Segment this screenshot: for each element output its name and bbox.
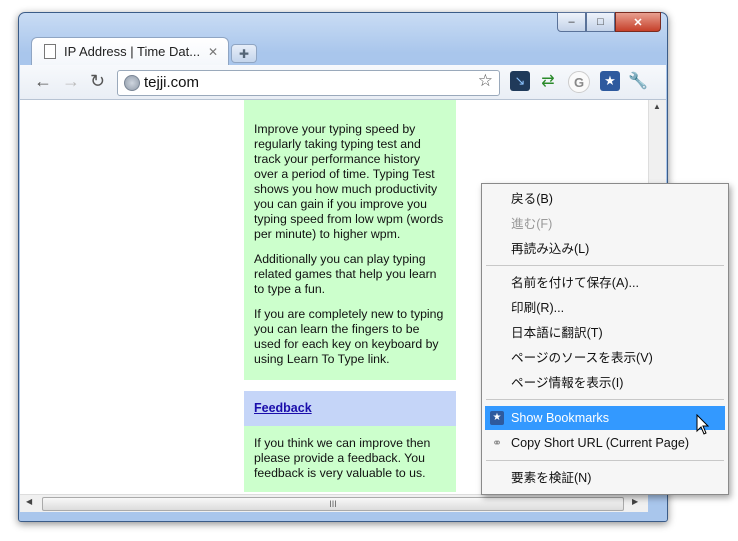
menu-item-inspect[interactable]: 要素を検証(N)	[485, 466, 725, 490]
menu-item-label: Copy Short URL (Current Page)	[511, 436, 690, 450]
menu-separator	[486, 399, 724, 400]
minimize-button[interactable]: –	[557, 12, 586, 32]
paragraph-learn: If you are completely new to typing you …	[254, 307, 444, 366]
feedback-link[interactable]: Feedback	[254, 401, 312, 415]
page-icon	[44, 44, 56, 59]
menu-separator	[486, 265, 724, 266]
scroll-up-icon[interactable]: ▲	[653, 102, 661, 111]
close-button[interactable]: ✕	[615, 12, 661, 32]
menu-item-save-as[interactable]: 名前を付けて保存(A)...	[485, 271, 725, 295]
feedback-text: If you think we can improve then please …	[254, 436, 431, 480]
menu-item-copy-short-url[interactable]: ⚭ Copy Short URL (Current Page)	[485, 431, 725, 455]
maximize-button[interactable]: □	[586, 12, 615, 32]
wrench-icon[interactable]: 🔧	[628, 71, 648, 91]
menu-item-translate[interactable]: 日本語に翻訳(T)	[485, 321, 725, 345]
extension-screenshot-icon[interactable]: ↘	[510, 71, 530, 91]
new-tab-button[interactable]: ✚	[231, 44, 257, 63]
tab-close-icon[interactable]: ✕	[208, 45, 218, 59]
url-text[interactable]: tejji.com	[144, 74, 199, 91]
mouse-cursor-icon	[696, 414, 710, 435]
menu-item-show-bookmarks[interactable]: ★ Show Bookmarks	[485, 406, 725, 430]
menu-item-label: Show Bookmarks	[511, 411, 609, 425]
paragraph-typing: Improve your typing speed by regularly t…	[254, 122, 444, 241]
scroll-right-icon[interactable]: ▶	[632, 497, 638, 506]
bookmark-star-icon[interactable]: ☆	[478, 71, 493, 91]
horizontal-scrollbar[interactable]: ◀ III ▶	[20, 494, 648, 512]
tab-active[interactable]: IP Address | Time Dat... ✕	[31, 37, 229, 65]
back-button[interactable]: ←	[34, 71, 52, 92]
paragraph-games: Additionally you can play typing related…	[254, 252, 437, 296]
scroll-left-icon[interactable]: ◀	[26, 497, 32, 506]
extension-sync-icon[interactable]: ⇄	[538, 71, 558, 91]
bookmark-star-icon: ★	[490, 411, 504, 425]
menu-item-reload[interactable]: 再読み込み(L)	[485, 237, 725, 261]
scroll-thumb[interactable]: III	[42, 497, 624, 511]
menu-item-back[interactable]: 戻る(B)	[485, 187, 725, 211]
feedback-panel: If you think we can improve then please …	[244, 426, 456, 492]
menu-item-forward[interactable]: 進む(F)	[485, 212, 725, 236]
menu-separator	[486, 460, 724, 461]
address-bar[interactable]: tejji.com ☆	[117, 70, 500, 96]
toolbar: ← → ↻ tejji.com ☆ ↘ ⇄ G ★ 🔧	[20, 65, 666, 100]
info-panel: Improve your typing speed by regularly t…	[244, 100, 456, 380]
extension-google-icon[interactable]: G	[568, 71, 590, 93]
extension-bookmarks-icon[interactable]: ★	[600, 71, 620, 91]
menu-item-page-info[interactable]: ページ情報を表示(I)	[485, 371, 725, 395]
window-controls: – □ ✕	[557, 12, 661, 32]
globe-icon	[124, 75, 140, 91]
context-menu: 戻る(B) 進む(F) 再読み込み(L) 名前を付けて保存(A)... 印刷(R…	[481, 183, 729, 495]
tab-title: IP Address | Time Dat...	[64, 44, 201, 59]
feedback-header: Feedback	[244, 391, 456, 426]
reload-button[interactable]: ↻	[90, 71, 105, 92]
forward-button[interactable]: →	[62, 71, 80, 92]
link-icon: ⚭	[491, 436, 503, 450]
menu-item-print[interactable]: 印刷(R)...	[485, 296, 725, 320]
menu-item-view-source[interactable]: ページのソースを表示(V)	[485, 346, 725, 370]
